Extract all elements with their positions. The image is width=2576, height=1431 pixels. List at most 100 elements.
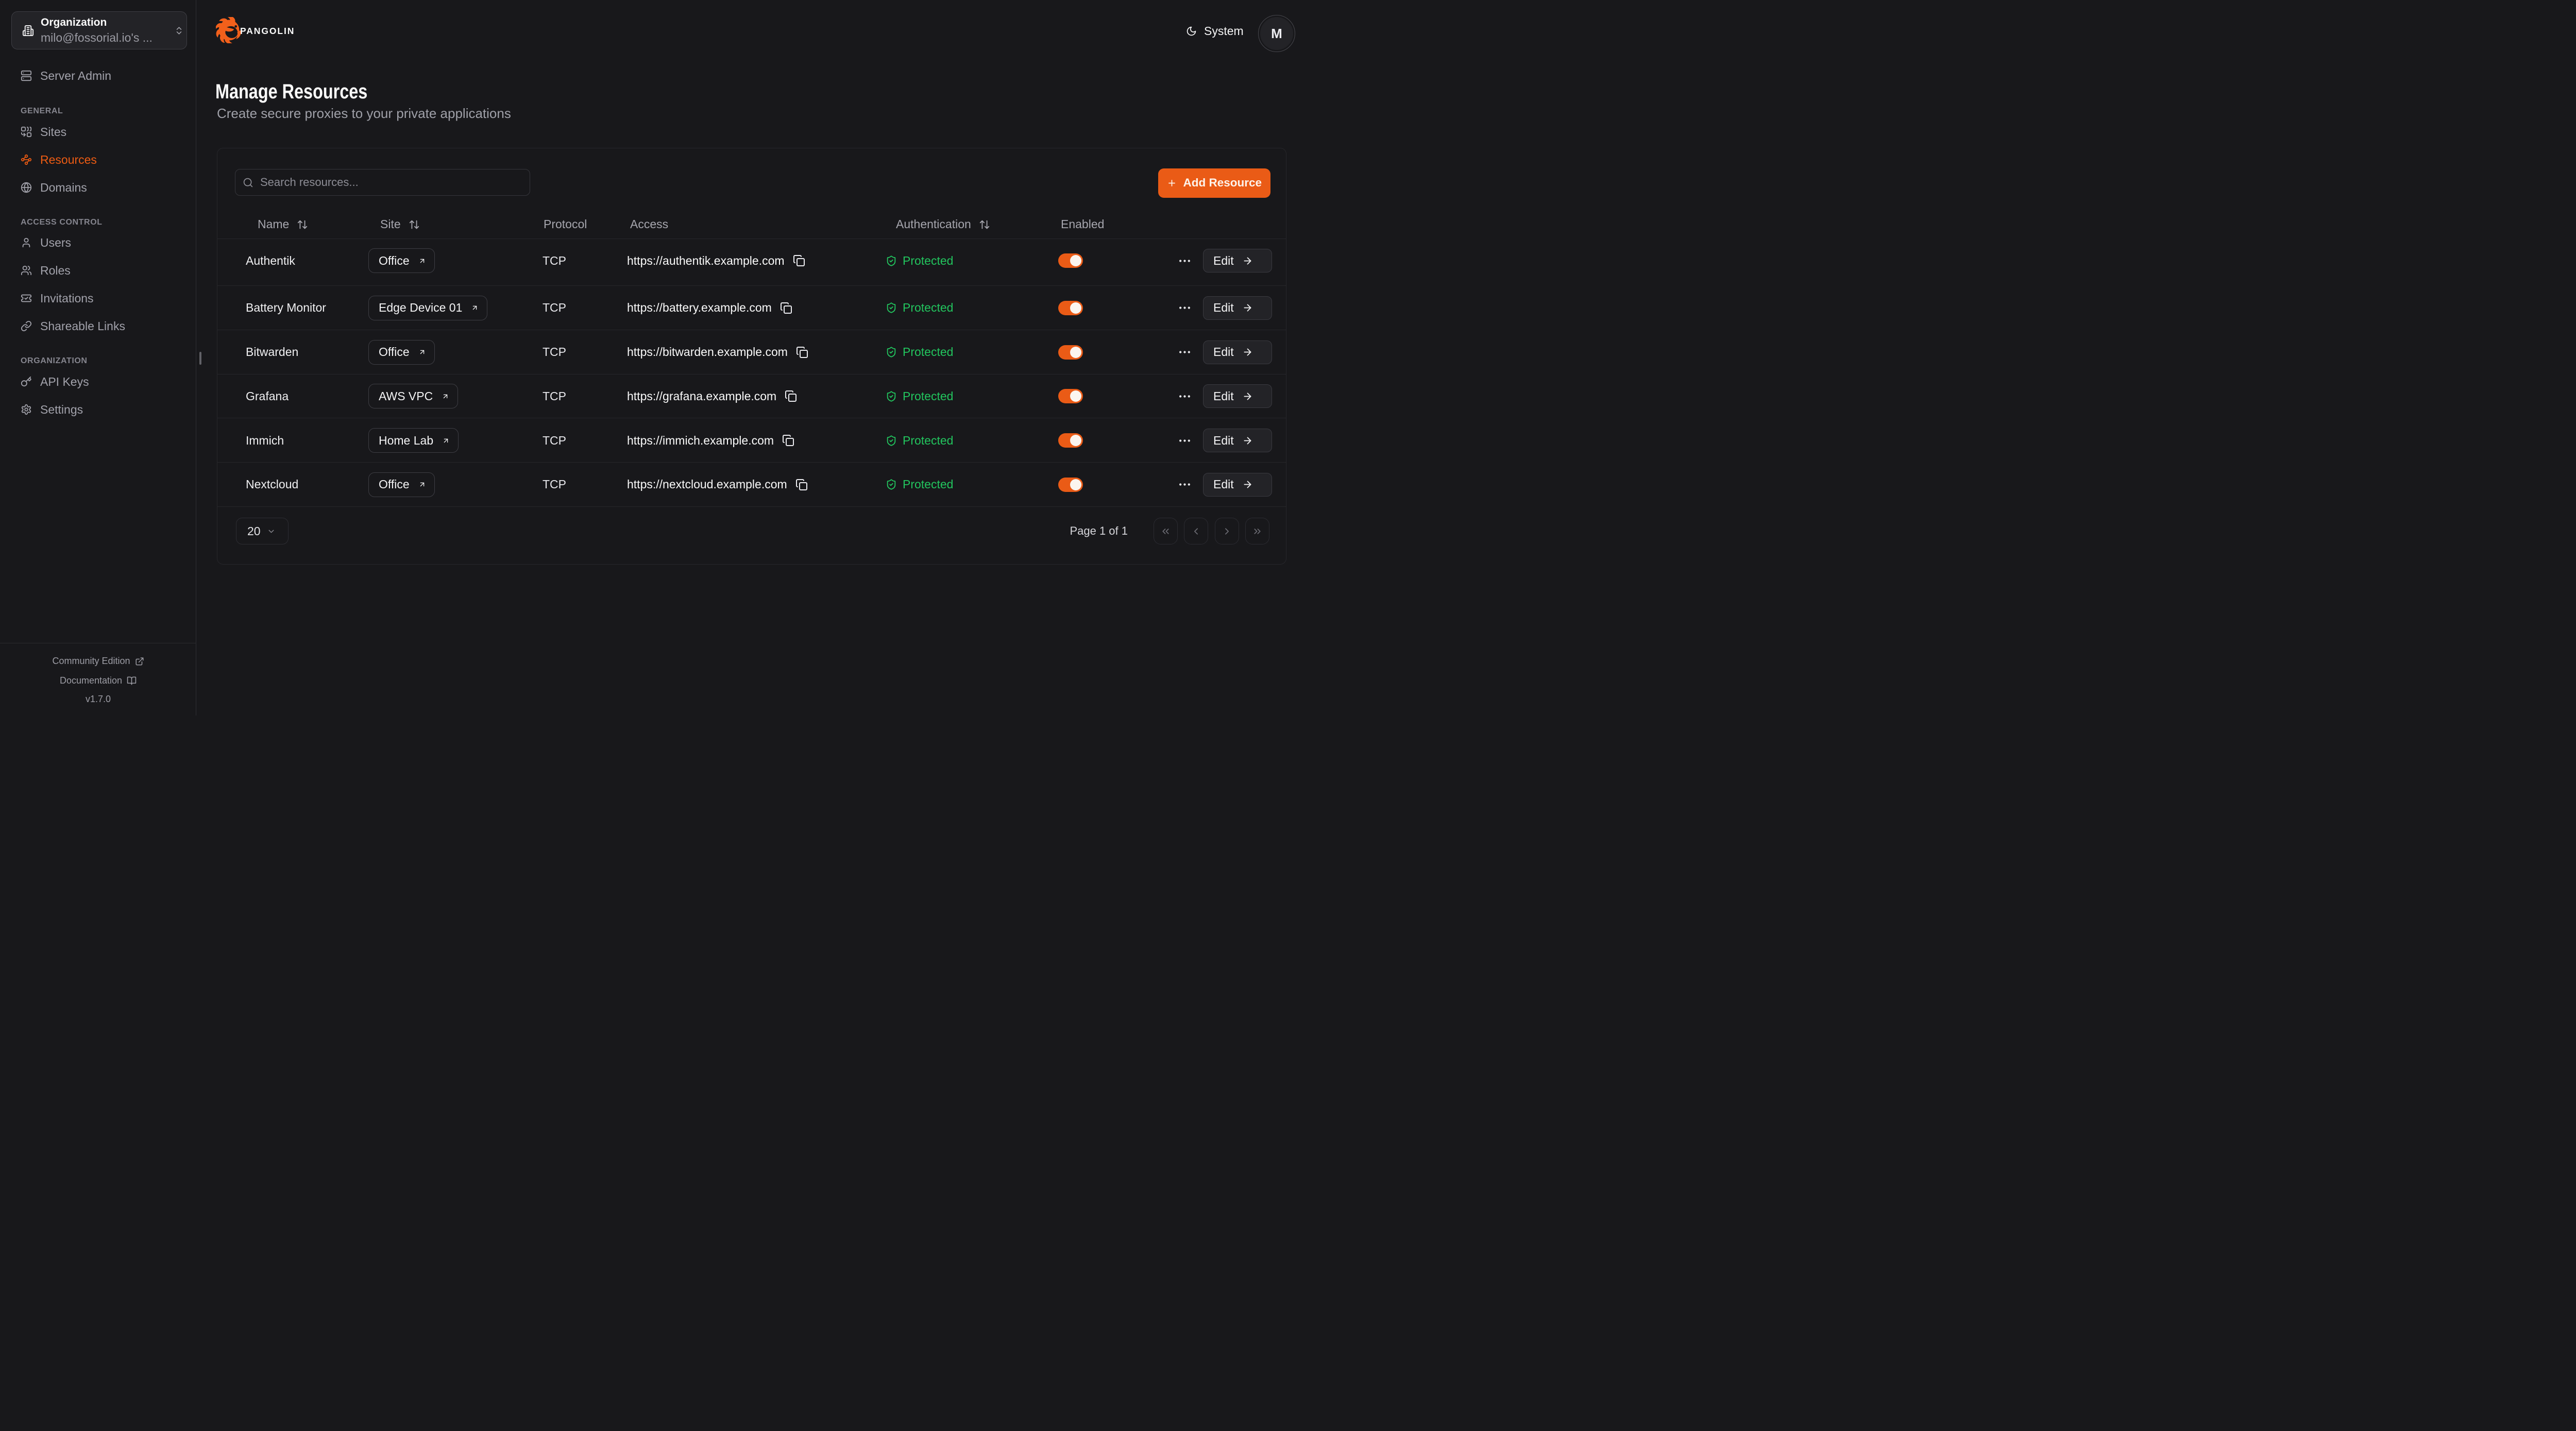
enabled-toggle[interactable]: [1058, 253, 1083, 268]
site-link-badge[interactable]: Office: [368, 248, 435, 273]
enabled-toggle[interactable]: [1058, 345, 1083, 360]
chevrons-right-icon: [1252, 526, 1263, 537]
next-page-button[interactable]: [1215, 518, 1239, 544]
edit-label: Edit: [1213, 478, 1234, 491]
arrow-up-right-icon: [418, 481, 426, 488]
column-header-access: Access: [630, 212, 668, 236]
sidebar-item-sites[interactable]: Sites: [0, 121, 196, 143]
first-page-button[interactable]: [1154, 518, 1178, 544]
column-header-enabled: Enabled: [1061, 212, 1104, 236]
documentation-link[interactable]: Documentation: [0, 675, 196, 686]
edit-cell: Edit: [1203, 239, 1272, 283]
edit-button[interactable]: Edit: [1203, 249, 1272, 272]
enabled-cell: [1058, 374, 1083, 419]
table-row: Nextcloud Office TCP https://nextcloud.e…: [217, 463, 1286, 507]
community-edition-link[interactable]: Community Edition: [0, 656, 196, 667]
edit-button[interactable]: Edit: [1203, 340, 1272, 364]
sidebar-item-server-admin[interactable]: Server Admin: [0, 64, 196, 87]
last-page-button[interactable]: [1245, 518, 1269, 544]
auth-status: Protected: [903, 434, 953, 448]
row-menu-button[interactable]: [1173, 286, 1196, 330]
edit-cell: Edit: [1203, 286, 1272, 330]
sidebar-resize-handle[interactable]: [199, 352, 201, 365]
copy-url-button[interactable]: [780, 302, 792, 314]
authentication-cell: Protected: [886, 374, 953, 419]
chevron-down-icon: [267, 527, 276, 536]
search-resources: [235, 169, 530, 196]
resource-name: Battery Monitor: [246, 286, 326, 330]
gear-icon: [21, 404, 32, 415]
copy-url-button[interactable]: [793, 254, 805, 267]
edit-label: Edit: [1213, 301, 1234, 315]
sidebar-section-organization: ORGANIZATION: [21, 356, 88, 366]
site-link-badge[interactable]: Office: [368, 472, 435, 497]
sidebar-item-users[interactable]: Users: [0, 231, 196, 254]
sidebar-item-shareable-links[interactable]: Shareable Links: [0, 315, 196, 337]
copy-url-button[interactable]: [795, 479, 808, 491]
row-menu-button[interactable]: [1173, 374, 1196, 419]
copy-url-button[interactable]: [782, 434, 794, 447]
column-header-site[interactable]: Site: [380, 212, 420, 236]
enabled-toggle[interactable]: [1058, 301, 1083, 315]
community-edition-label: Community Edition: [52, 656, 130, 667]
sidebar-item-invitations[interactable]: Invitations: [0, 287, 196, 310]
edit-button[interactable]: Edit: [1203, 296, 1272, 320]
column-header-name[interactable]: Name: [258, 212, 308, 236]
row-menu-button[interactable]: [1173, 239, 1196, 283]
search-input[interactable]: [260, 176, 507, 189]
shield-check-icon: [886, 254, 897, 267]
waypoints-icon: [21, 154, 32, 165]
sidebar-item-settings[interactable]: Settings: [0, 398, 196, 421]
sidebar-item-resources[interactable]: Resources: [0, 148, 196, 171]
resources-card: Add Resource Name Site Protocol Access A…: [217, 148, 1286, 565]
site-link-badge[interactable]: Home Lab: [368, 428, 459, 453]
row-menu-button[interactable]: [1173, 463, 1196, 507]
enabled-toggle[interactable]: [1058, 433, 1083, 448]
copy-icon: [782, 434, 794, 447]
pangolin-logo: [216, 17, 242, 43]
resource-name: Authentik: [246, 239, 295, 283]
site-link-badge[interactable]: Edge Device 01: [368, 296, 487, 320]
enabled-toggle[interactable]: [1058, 389, 1083, 403]
chevrons-up-down-icon: [174, 25, 184, 37]
row-menu-button[interactable]: [1173, 330, 1196, 374]
copy-icon: [793, 254, 805, 267]
site-link-badge[interactable]: AWS VPC: [368, 384, 458, 408]
page-size-select[interactable]: 20: [236, 518, 289, 544]
toggle-knob: [1070, 255, 1081, 266]
column-header-authentication[interactable]: Authentication: [896, 212, 990, 236]
copy-icon: [785, 390, 797, 402]
auth-status: Protected: [903, 345, 953, 359]
edit-label: Edit: [1213, 389, 1234, 403]
copy-url-button[interactable]: [785, 390, 797, 402]
resource-name: Bitwarden: [246, 330, 298, 374]
avatar-initial: M: [1271, 26, 1282, 42]
sidebar-item-roles[interactable]: Roles: [0, 259, 196, 282]
edit-label: Edit: [1213, 254, 1234, 268]
add-resource-button[interactable]: Add Resource: [1158, 168, 1270, 198]
edit-button[interactable]: Edit: [1203, 473, 1272, 497]
row-menu-button[interactable]: [1173, 418, 1196, 463]
access-cell: https://grafana.example.com: [627, 374, 797, 419]
edit-button[interactable]: Edit: [1203, 429, 1272, 452]
edit-button[interactable]: Edit: [1203, 384, 1272, 408]
resource-name: Immich: [246, 418, 284, 463]
user-avatar[interactable]: M: [1258, 15, 1295, 52]
enabled-toggle[interactable]: [1058, 478, 1083, 492]
copy-url-button[interactable]: [796, 346, 808, 359]
access-url: https://authentik.example.com: [627, 254, 785, 268]
site-link-badge[interactable]: Office: [368, 340, 435, 365]
page-title: Manage Resources: [215, 80, 367, 104]
enabled-cell: [1058, 330, 1083, 374]
table-row: Grafana AWS VPC TCP https://grafana.exam…: [217, 374, 1286, 419]
org-switcher[interactable]: Organization milo@fossorial.io's ...: [11, 11, 187, 49]
sidebar-item-api-keys[interactable]: API Keys: [0, 370, 196, 393]
access-url: https://grafana.example.com: [627, 389, 776, 403]
sidebar-item-label: Server Admin: [40, 69, 111, 83]
arrow-right-icon: [1242, 391, 1253, 402]
theme-toggle[interactable]: System: [1186, 20, 1244, 42]
enabled-cell: [1058, 239, 1083, 283]
previous-page-button[interactable]: [1184, 518, 1208, 544]
sidebar-item-domains[interactable]: Domains: [0, 176, 196, 199]
access-cell: https://bitwarden.example.com: [627, 330, 808, 374]
